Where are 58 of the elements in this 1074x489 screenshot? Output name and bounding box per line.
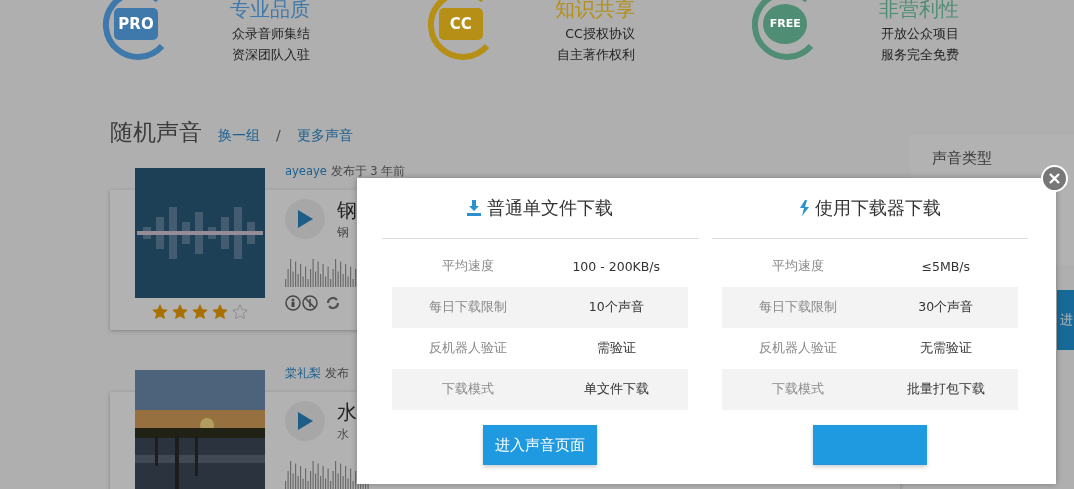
star-icon — [172, 304, 188, 320]
separator: / — [276, 127, 281, 143]
feature-text: 服务完全免费 — [881, 46, 960, 64]
feature-label: 平均速度 — [441, 258, 496, 275]
feature-value: 需验证 — [595, 340, 637, 357]
feature-label: 反机器人验证 — [757, 340, 838, 357]
feature-label: 下载模式 — [441, 381, 496, 398]
feature-label: 每日下载限制 — [757, 299, 838, 316]
star-icon — [232, 304, 248, 320]
play-button[interactable] — [285, 401, 325, 441]
badge-icon: FREE — [763, 3, 808, 44]
badge-icon: PRO — [114, 7, 158, 40]
feature-value: ≤5MB/s — [920, 259, 971, 274]
sidebar-button[interactable]: 进 — [1057, 290, 1074, 350]
feature-value: 100 - 200KB/s — [571, 259, 662, 274]
close-icon — [1049, 173, 1060, 184]
sound-subtitle: 钢 — [337, 224, 350, 241]
lightning-icon — [798, 200, 809, 216]
column-title: 使用下载器下载 — [814, 196, 941, 220]
section-link[interactable]: 换一组 — [218, 127, 260, 145]
play-icon — [297, 210, 313, 228]
sound-title[interactable]: 钢 — [337, 197, 357, 224]
feature-value: 无需验证 — [918, 340, 973, 357]
feature-value: 10个声音 — [587, 299, 645, 316]
play-icon — [297, 412, 313, 430]
feature-text: 自主著作权利 — [556, 46, 635, 64]
post-time: 发布于 3 年前 — [330, 164, 406, 178]
play-button[interactable] — [285, 199, 325, 239]
feature-text: 开放公众项目 — [881, 25, 960, 43]
author-link[interactable]: ayeaye — [285, 164, 327, 178]
section-link[interactable]: 更多声音 — [296, 127, 353, 145]
feature-text: 众录音师集结 — [232, 25, 310, 43]
feature-label: 平均速度 — [770, 258, 825, 275]
column-title: 普通单文件下载 — [487, 196, 614, 220]
download-icon — [467, 200, 482, 216]
feature-label: 反机器人验证 — [428, 340, 509, 357]
feature-label: 每日下载限制 — [428, 299, 509, 316]
sound-subtitle: 水 — [337, 426, 350, 443]
feature-label: 下载模式 — [770, 381, 825, 398]
feature-title: 专业品质 — [230, 0, 310, 23]
feature-value: 30个声音 — [917, 299, 975, 316]
feature-value: 单文件下载 — [582, 381, 650, 398]
feature-text: CC授权协议 — [565, 25, 635, 43]
license-icon — [285, 295, 319, 311]
star-icon — [192, 304, 208, 320]
badge-icon: CC — [438, 7, 483, 40]
post-time: 发布 — [324, 366, 349, 380]
action-button[interactable]: 进入声音页面 — [483, 425, 598, 465]
feature-title: 非营利性 — [879, 0, 960, 23]
star-icon — [152, 304, 168, 320]
star-icon — [212, 304, 228, 320]
section-title: 随机声音 — [110, 118, 202, 147]
feature-text: 资深团队入驻 — [232, 46, 310, 64]
author-link[interactable]: 棠礼梨 — [285, 366, 321, 380]
sound-title[interactable]: 水 — [337, 399, 357, 426]
sidebar-title: 声音类型 — [932, 149, 993, 168]
feature-value: 批量打包下载 — [905, 381, 986, 398]
repeat-icon — [325, 295, 341, 311]
